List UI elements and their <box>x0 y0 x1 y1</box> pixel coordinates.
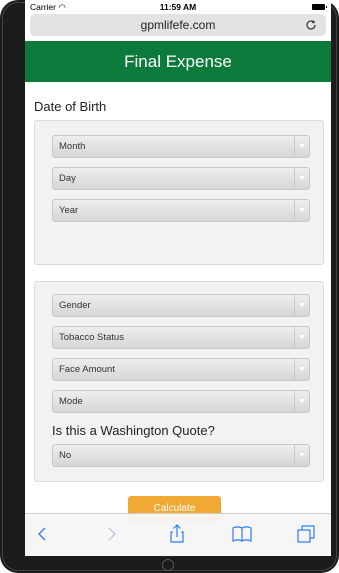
washington-select-value: No <box>59 450 72 461</box>
tobacco-status-select[interactable]: Tobacco Status <box>52 326 310 349</box>
face-amount-select-value: Face Amount <box>59 364 115 375</box>
chevron-down-icon <box>294 168 309 189</box>
back-icon[interactable] <box>33 524 53 544</box>
page-header: Final Expense <box>25 41 331 82</box>
gender-select[interactable]: Gender <box>52 294 310 317</box>
battery-icon <box>312 4 327 10</box>
chevron-down-icon <box>294 136 309 157</box>
washington-quote-label: Is this a Washington Quote? <box>52 423 215 438</box>
dob-panel: Month Day Year <box>34 120 324 265</box>
bookmarks-icon[interactable] <box>232 524 252 544</box>
face-amount-select[interactable]: Face Amount <box>52 358 310 381</box>
year-select-value: Year <box>59 205 79 216</box>
status-bar: Carrier ◠ 11:59 AM <box>25 0 331 14</box>
tabs-icon[interactable] <box>296 524 316 544</box>
phone-screen: Carrier ◠ 11:59 AM gpmlifefe.com Final E… <box>25 0 331 556</box>
day-select[interactable]: Day <box>52 167 310 190</box>
chevron-down-icon <box>294 359 309 380</box>
chevron-down-icon <box>294 445 309 466</box>
tobacco-select-value: Tobacco Status <box>59 332 124 343</box>
chevron-down-icon <box>294 295 309 316</box>
month-select-value: Month <box>59 141 86 152</box>
washington-quote-select[interactable]: No <box>52 444 310 467</box>
address-bar[interactable]: gpmlifefe.com <box>30 14 326 36</box>
month-select[interactable]: Month <box>52 135 310 158</box>
status-time: 11:59 AM <box>159 2 197 12</box>
chevron-down-icon <box>294 391 309 412</box>
forward-icon[interactable] <box>101 524 121 544</box>
day-select-value: Day <box>59 173 76 184</box>
device-frame: Carrier ◠ 11:59 AM gpmlifefe.com Final E… <box>0 0 339 573</box>
gender-select-value: Gender <box>59 300 91 311</box>
year-select[interactable]: Year <box>52 199 310 222</box>
mode-select[interactable]: Mode <box>52 390 310 413</box>
browser-toolbar <box>25 513 331 556</box>
home-button[interactable] <box>162 559 174 571</box>
dob-label: Date of Birth <box>34 99 107 114</box>
quote-panel: Gender Tobacco Status Face Amount Mode I… <box>34 281 324 482</box>
url-text: gpmlifefe.com <box>140 18 216 32</box>
reload-icon[interactable] <box>304 18 318 32</box>
share-icon[interactable] <box>167 524 187 544</box>
chevron-down-icon <box>294 200 309 221</box>
mode-select-value: Mode <box>59 396 83 407</box>
chevron-down-icon <box>294 327 309 348</box>
